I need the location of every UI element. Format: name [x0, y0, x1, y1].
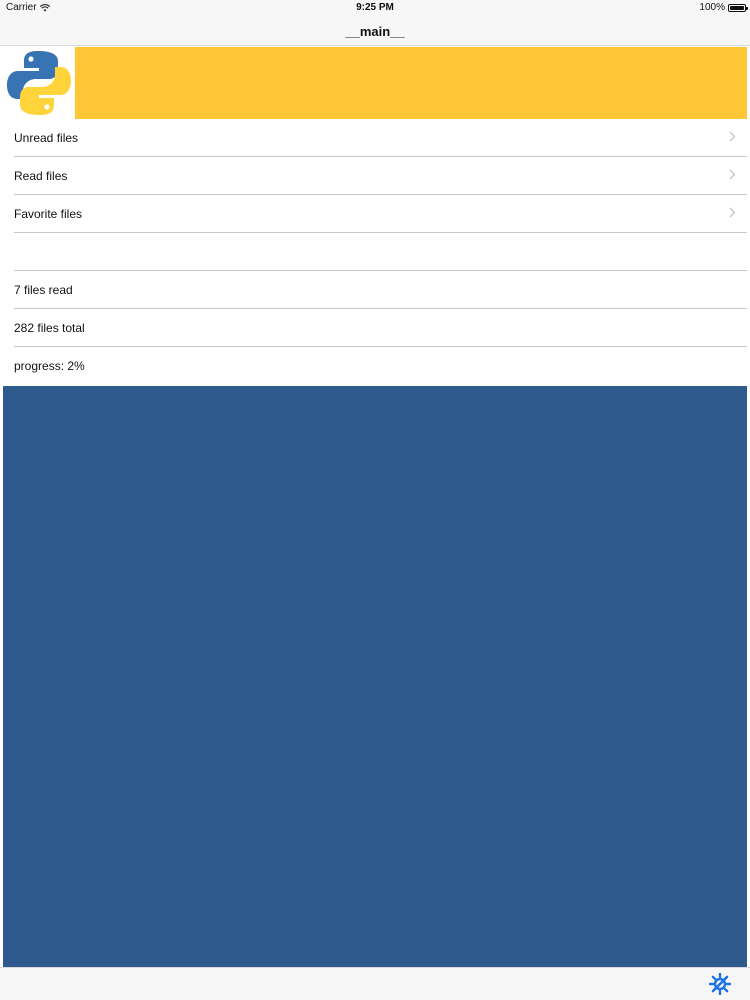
page-title: __main__ — [345, 24, 405, 39]
list-item-label: Favorite files — [14, 207, 83, 221]
list-item-unread-files[interactable]: Unread files — [0, 119, 750, 157]
wrench-gear-icon[interactable] — [708, 972, 732, 996]
list-item-favorite-files[interactable]: Favorite files — [0, 195, 750, 233]
main-list: Unread files Read files Favorite files 7… — [0, 119, 750, 385]
python-logo-icon — [7, 51, 71, 115]
list-item-read-files[interactable]: Read files — [0, 157, 750, 195]
status-bar: Carrier 9:25 PM 100% — [0, 0, 750, 16]
chevron-right-icon — [729, 169, 736, 180]
battery-icon — [728, 3, 748, 12]
files-total-label: 282 files total — [14, 321, 85, 335]
stat-row-files-read: 7 files read — [0, 271, 750, 309]
banner-yellow-fill — [75, 47, 747, 119]
list-item-label: Unread files — [14, 131, 79, 145]
battery-percent: 100% — [699, 2, 725, 13]
header-banner — [0, 47, 750, 119]
content-panel — [3, 386, 747, 967]
battery-indicator: 100% — [699, 2, 748, 13]
files-read-label: 7 files read — [14, 283, 73, 297]
status-time: 9:25 PM — [356, 2, 394, 13]
chevron-right-icon — [729, 207, 736, 218]
stat-row-files-total: 282 files total — [0, 309, 750, 347]
list-item-label: Read files — [14, 169, 68, 183]
list-spacer-row — [0, 233, 750, 271]
logo-container — [3, 47, 75, 119]
navigation-bar: __main__ — [0, 16, 750, 46]
progress-label: progress: 2% — [14, 359, 85, 373]
chevron-right-icon — [729, 131, 736, 142]
stat-row-progress: progress: 2% — [0, 347, 750, 385]
bottom-toolbar — [0, 967, 750, 1000]
